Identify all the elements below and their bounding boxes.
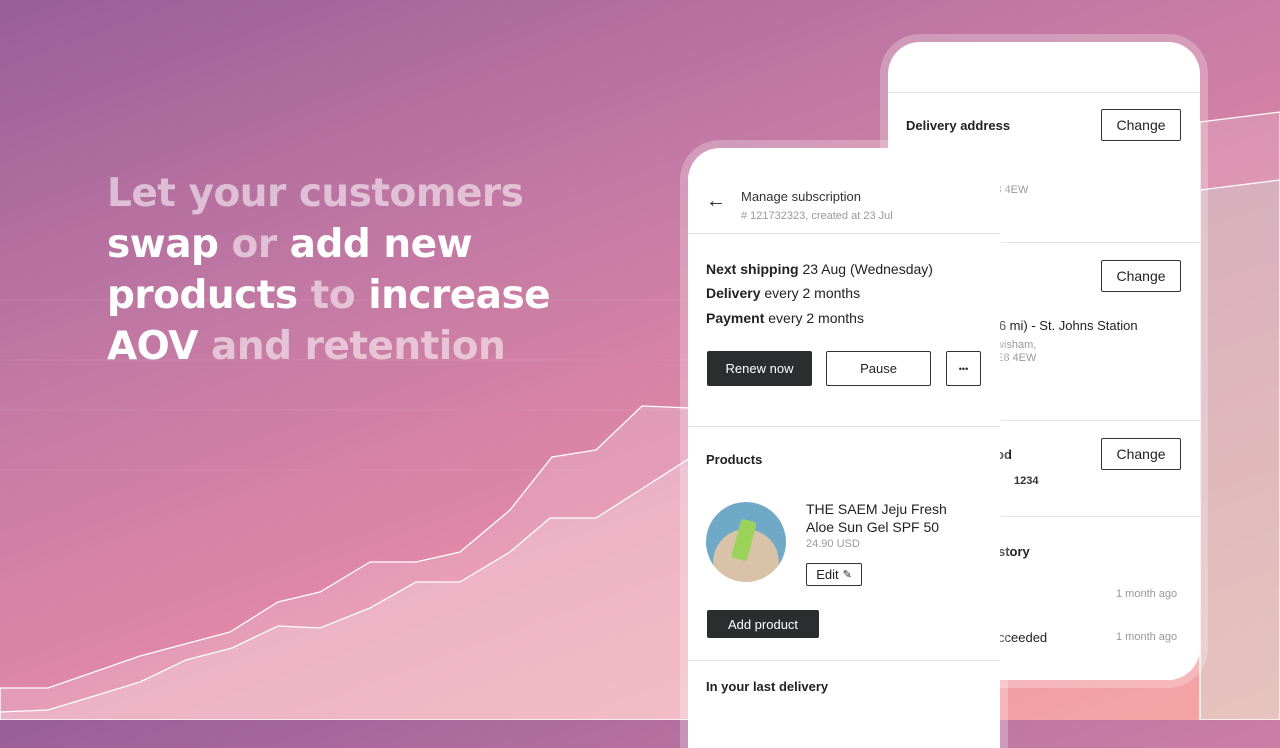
back-arrow-icon[interactable]: ← <box>706 190 726 213</box>
product-name[interactable]: THE SAEM Jeju Fresh Aloe Sun Gel SPF 50 <box>806 500 976 536</box>
product-price: 24.90 USD <box>806 538 860 550</box>
headline-line-2: swap or add new <box>107 219 550 270</box>
change-payment-button[interactable]: Change <box>1101 438 1181 470</box>
delivery-value: every 2 months <box>760 285 861 301</box>
change-pickup-button[interactable]: Change <box>1101 260 1181 292</box>
front-phone-screen: ← Manage subscription # 121732323, creat… <box>688 148 1000 748</box>
headline-or: or <box>218 222 290 267</box>
headline: Let your customers swap or add new produ… <box>107 168 551 372</box>
last-delivery-title: In your last delivery <box>706 679 829 694</box>
headline-swap: swap <box>107 222 219 267</box>
pencil-icon: ✎ <box>842 569 852 581</box>
renew-now-button[interactable]: Renew now <box>707 351 812 386</box>
next-shipping-value: 23 Aug (Wednesday) <box>798 261 933 277</box>
history-item-2: cceeded <box>998 630 1048 645</box>
delivery-address-title: Delivery address <box>906 118 1011 133</box>
headline-to: to <box>297 273 369 318</box>
history-time-1: 1 month ago <box>1116 588 1178 600</box>
pickup-address-2: E8 4EW <box>996 352 1037 364</box>
delivery-label: Delivery <box>706 285 761 301</box>
headline-add-new: add new <box>289 222 473 267</box>
subscription-id: # 121732323, created at 23 Jul <box>741 210 893 222</box>
payment-value: every 2 months <box>764 310 864 326</box>
headline-aov: AOV <box>107 324 198 369</box>
history-time-2: 1 month ago <box>1116 631 1178 643</box>
page-title: Manage subscription <box>741 189 861 204</box>
add-product-button[interactable]: Add product <box>707 610 819 638</box>
headline-increase: increase <box>368 273 551 318</box>
more-options-button[interactable]: ••• <box>946 351 981 386</box>
delivery-frequency: Delivery every 2 months <box>706 285 860 301</box>
product-image <box>706 502 786 582</box>
edit-product-button[interactable]: Edit ✎ <box>806 563 862 586</box>
history-title: story <box>998 544 1030 559</box>
payment-frequency: Payment every 2 months <box>706 310 864 326</box>
pickup-location: 0.6 mi) - St. Johns Station <box>988 318 1138 333</box>
edit-label: Edit <box>816 567 839 582</box>
headline-line-1: Let your customers <box>107 171 524 216</box>
change-address-button[interactable]: Change <box>1101 109 1181 141</box>
pickup-address-1: wisham, <box>996 339 1037 351</box>
headline-line-3: products to increase <box>107 270 551 321</box>
next-shipping-label: Next shipping <box>706 261 799 277</box>
payment-label: Payment <box>706 310 765 326</box>
card-last-digits: 1234 <box>1014 475 1039 487</box>
products-title: Products <box>706 452 763 467</box>
headline-products: products <box>107 273 298 318</box>
pause-button[interactable]: Pause <box>826 351 931 386</box>
headline-line-4: AOV and retention <box>107 321 550 372</box>
next-shipping: Next shipping 23 Aug (Wednesday) <box>706 261 933 277</box>
headline-retention: and retention <box>197 324 506 369</box>
